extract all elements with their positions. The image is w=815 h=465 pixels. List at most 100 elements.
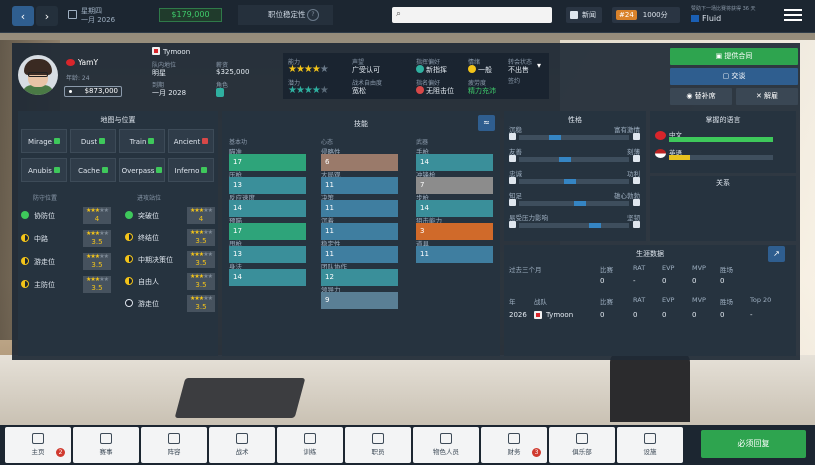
continue-button[interactable]: 必须回复: [701, 430, 806, 458]
rating-value: 3.5: [91, 238, 103, 246]
question-icon: ?: [307, 9, 319, 21]
transfer-value: 不出售: [508, 66, 529, 74]
position-icon: [21, 211, 29, 219]
thumb-up-icon: [53, 138, 60, 144]
stars-empty: ★★: [203, 273, 213, 280]
flag-icon: [655, 131, 666, 140]
position-rating: ★★★★★ 4: [187, 207, 215, 224]
release-button[interactable]: ✕ 解雇: [736, 88, 798, 105]
nav-tab-9[interactable]: 设施: [617, 427, 683, 463]
release-label: 解雇: [764, 92, 779, 100]
stars-filled: ★★★: [190, 273, 204, 280]
nav-tab-0[interactable]: 主页 2: [5, 427, 71, 463]
nav-tab-3[interactable]: 战术: [209, 427, 275, 463]
map-name: Train: [129, 138, 147, 146]
date-month: 一月 2026: [81, 16, 116, 24]
trait-left-icon: [509, 133, 516, 140]
position-rating: ★★★★★ 3.5: [187, 295, 215, 312]
chat-button[interactable]: ▢ 交谈: [670, 68, 798, 85]
contract-end: 一月 2028: [152, 89, 187, 97]
trend-icon: ≈: [483, 118, 490, 127]
map-tile-dust[interactable]: Dust: [70, 129, 116, 153]
career-team-name[interactable]: Tymoon: [546, 311, 573, 319]
position-name: 主防位: [34, 281, 55, 289]
lane-value: 无阻击位: [416, 86, 454, 96]
bench-button[interactable]: ◉ 替补席: [670, 88, 732, 105]
trait-right-icon: [633, 221, 640, 228]
languages-section: 掌握的语言: [650, 111, 796, 173]
defense-position: 协防位: [21, 211, 55, 221]
attack-position: 突破位: [125, 211, 159, 221]
nav-tab-label: 俱乐部: [572, 448, 592, 456]
ranking-display[interactable]: #24 1000分: [612, 7, 680, 23]
map-tile-anubis[interactable]: Anubis: [21, 158, 67, 182]
map-tile-cache[interactable]: Cache: [70, 158, 116, 182]
stars-empty: ★★: [99, 230, 109, 237]
rating-value: 4: [94, 215, 100, 223]
language-bar: [669, 155, 773, 160]
map-tile-ancient[interactable]: Ancient: [168, 129, 214, 153]
date-display: 星期四 一月 2026: [68, 7, 115, 25]
skills-trend-button[interactable]: ≈: [478, 115, 495, 131]
transfer-dropdown-icon[interactable]: ▾: [537, 61, 541, 70]
map-tile-inferno[interactable]: Inferno: [168, 158, 214, 182]
forward-button[interactable]: ›: [36, 6, 58, 26]
top-bar: ‹ › 星期四 一月 2026 $179,000 职位稳定性? ⌕ 新闻 #24 1…: [0, 0, 815, 33]
defense-position: 中路: [21, 234, 48, 244]
nav-tab-icon: [508, 433, 520, 444]
trait-right-icon: [633, 177, 640, 184]
map-tile-overpass[interactable]: Overpass: [119, 158, 165, 182]
trait-slider: [519, 201, 629, 206]
nav-tab-label: 阵容: [167, 448, 181, 456]
attack-position: 终结位: [125, 233, 159, 243]
nav-tab-label: 训练: [303, 448, 317, 456]
hamburger-menu-icon[interactable]: [784, 9, 802, 22]
sponsor-box[interactable]: 赞助下一场比赛将获得 36 天 Fluid: [691, 5, 756, 23]
team-role: 明星: [152, 69, 166, 77]
thumb-up-icon: [201, 167, 208, 173]
nav-tab-label: 设施: [643, 448, 657, 456]
career-value: 0: [662, 311, 667, 319]
nav-tab-8[interactable]: 俱乐部: [549, 427, 615, 463]
career-title: 生涯数据: [636, 250, 664, 258]
search-icon: ⌕: [396, 9, 402, 19]
stars-filled: ★★★: [190, 207, 204, 214]
offer-contract-button[interactable]: ▣ 提供合同: [670, 48, 798, 65]
ability-stars: ★★★★★: [288, 64, 329, 75]
nav-tab-2[interactable]: 阵容: [141, 427, 207, 463]
back-button[interactable]: ‹: [12, 6, 34, 26]
player-name: YamY: [78, 58, 99, 67]
rating-stars: ★★★★★: [83, 230, 111, 238]
player-age: 年龄: 24: [66, 75, 90, 82]
map-tile-mirage[interactable]: Mirage: [21, 129, 67, 153]
nav-tab-4[interactable]: 训练: [277, 427, 343, 463]
stability-button[interactable]: 职位稳定性?: [238, 5, 333, 25]
nav-tab-5[interactable]: 职员: [345, 427, 411, 463]
nav-tab-6[interactable]: 物色人员: [413, 427, 479, 463]
search-input[interactable]: ⌕: [392, 7, 552, 23]
news-label: 新闻: [582, 11, 596, 19]
news-button[interactable]: 新闻: [566, 7, 602, 23]
trait-slider: [519, 135, 629, 140]
trait-slider: [519, 223, 629, 228]
nav-tab-icon: [32, 433, 44, 444]
map-name: Mirage: [28, 138, 52, 146]
defense-position: 游走位: [21, 257, 55, 267]
career-year-header: EVP: [662, 296, 675, 304]
career-period-value: 0: [662, 277, 667, 285]
skills-title: 技能: [354, 120, 368, 128]
stars-empty: ★★: [99, 253, 109, 260]
team-row[interactable]: Tymoon: [152, 47, 190, 56]
map-tile-train[interactable]: Train: [119, 129, 165, 153]
position-name: 中期决策位: [138, 256, 173, 264]
career-year-header: 胜场: [720, 298, 733, 306]
team-name: Tymoon: [163, 48, 191, 56]
thumb-up-icon: [53, 167, 60, 173]
skills-col1-title: 基本功: [229, 139, 248, 146]
position-rating: ★★★★★ 3.5: [187, 229, 215, 246]
nav-tab-7[interactable]: 财务 3: [481, 427, 547, 463]
nav-tab-1[interactable]: 赛事: [73, 427, 139, 463]
career-trend-button[interactable]: ↗: [768, 246, 785, 262]
position-name: 协防位: [34, 212, 55, 220]
position-icon: [125, 299, 133, 307]
